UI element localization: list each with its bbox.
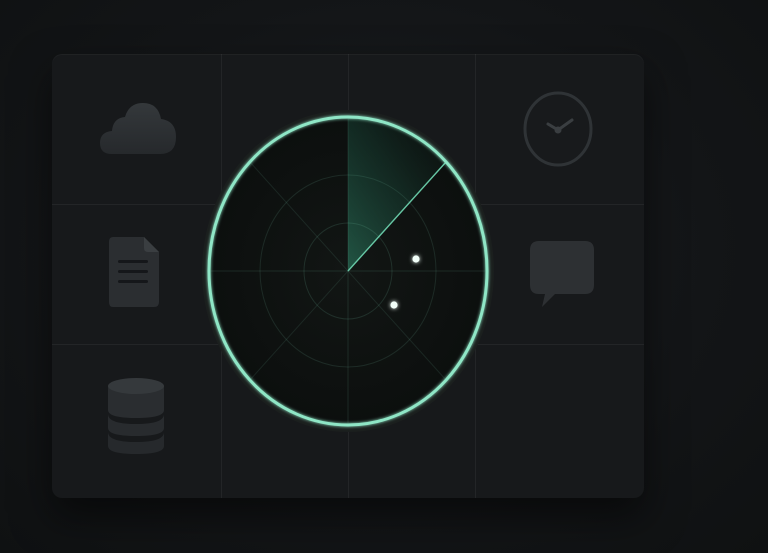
document-icon <box>109 237 159 307</box>
radar-blip-2 <box>390 301 398 309</box>
database-icon <box>108 378 164 454</box>
chat-bubble-icon <box>530 241 594 307</box>
illustration <box>0 0 768 553</box>
clock-icon <box>523 91 593 167</box>
cloud-icon <box>100 103 176 154</box>
radar-scope <box>202 110 494 432</box>
radar-blip-1 <box>412 255 420 263</box>
